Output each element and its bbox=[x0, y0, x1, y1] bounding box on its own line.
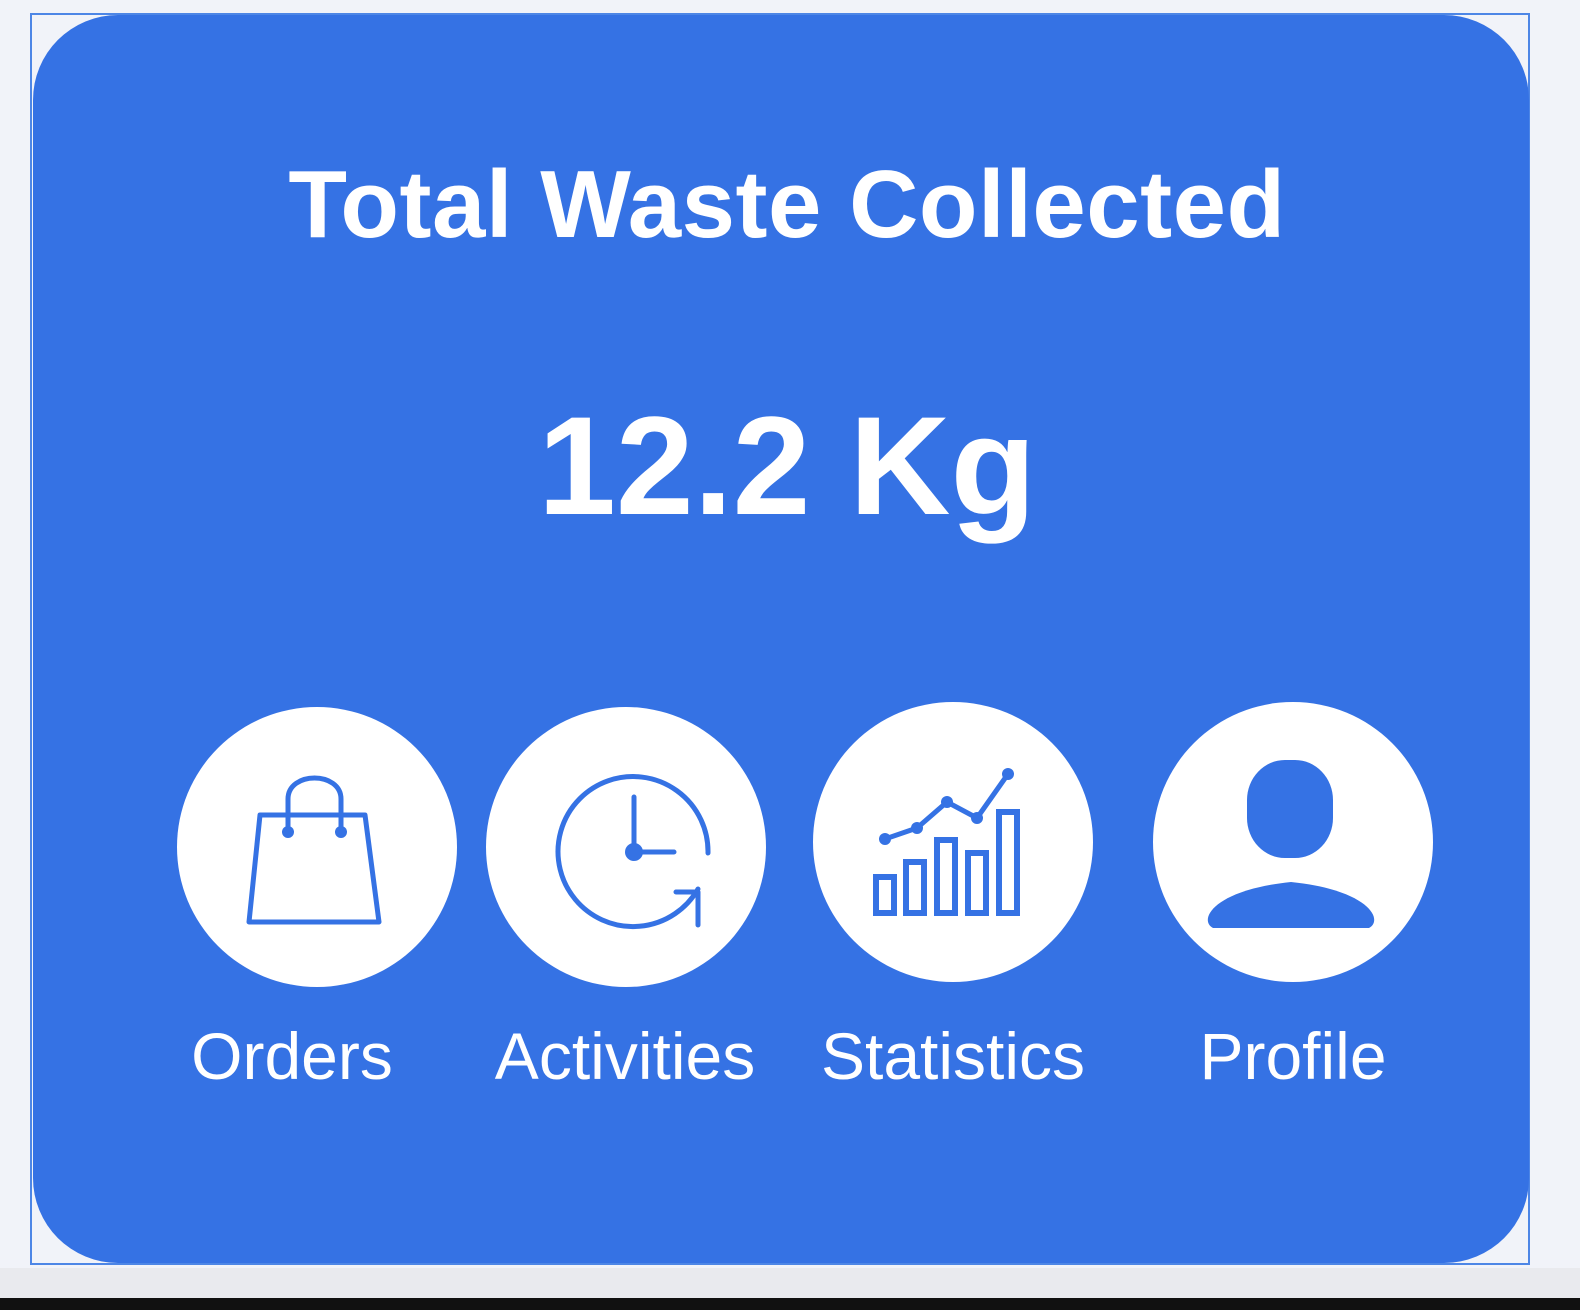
statistics-button[interactable] bbox=[813, 702, 1093, 982]
nav-label-activities[interactable]: Activities bbox=[495, 1018, 755, 1094]
bar-chart-trend-icon bbox=[873, 768, 1020, 916]
clock-history-icon bbox=[555, 774, 711, 930]
profile-button[interactable] bbox=[1153, 702, 1433, 982]
nav-label-statistics[interactable]: Statistics bbox=[821, 1018, 1085, 1094]
total-waste-value: 12.2 Kg bbox=[538, 387, 1036, 544]
shopping-bag-icon bbox=[246, 775, 382, 925]
bottom-edge bbox=[0, 1298, 1580, 1310]
bottom-bar bbox=[0, 1268, 1580, 1298]
orders-button[interactable] bbox=[177, 707, 457, 987]
nav-label-profile[interactable]: Profile bbox=[1199, 1018, 1386, 1094]
nav-label-orders[interactable]: Orders bbox=[191, 1018, 393, 1094]
user-profile-icon bbox=[1207, 760, 1375, 928]
activities-button[interactable] bbox=[486, 707, 766, 987]
card-title: Total Waste Collected bbox=[288, 151, 1286, 258]
